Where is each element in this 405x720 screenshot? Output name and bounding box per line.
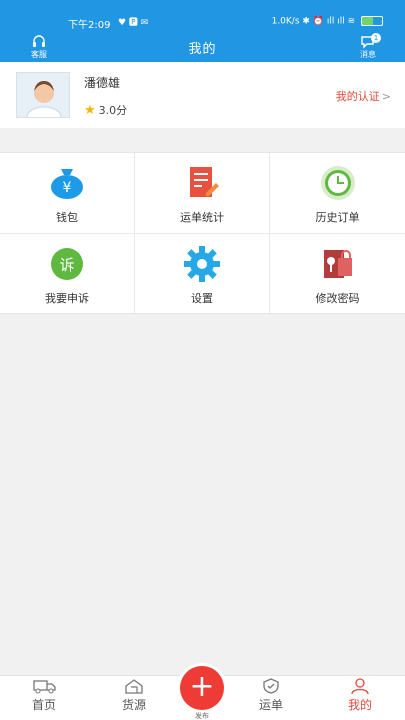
- person-icon: [351, 678, 369, 694]
- tab-cargo-source[interactable]: 货源: [104, 678, 164, 713]
- menu-settings-label: 设置: [191, 292, 213, 305]
- star-icon: ★: [84, 103, 96, 118]
- shield-check-icon: [263, 678, 279, 694]
- tab-home[interactable]: 首页: [14, 678, 74, 713]
- battery-icon: [361, 16, 383, 26]
- notification-icons: ♥ 🅿 ✉: [118, 18, 149, 28]
- wallet-icon: ¥: [51, 169, 83, 199]
- publish-label: 发布: [195, 712, 209, 720]
- menu-complaint-label: 我要申诉: [45, 292, 89, 305]
- status-time: 下午2:09: [68, 20, 111, 31]
- tab-home-label: 首页: [31, 698, 56, 712]
- menu-grid: ¥ 钱包 运单统计 历史订单 诉 我要申诉 设置 修改密码: [0, 152, 405, 315]
- report-icon: [190, 167, 219, 197]
- house-icon: [125, 679, 143, 694]
- svg-text:诉: 诉: [59, 256, 74, 274]
- status-indicators: 1.0K/s ✱ ⏰ ıll ıll ≋: [272, 16, 383, 27]
- certification-label: 我的认证: [335, 90, 380, 103]
- message-count-badge: 1: [371, 33, 381, 43]
- tab-cargo-source-label: 货源: [121, 698, 146, 712]
- title-bar: 客服 我的 1 消息: [0, 32, 405, 60]
- chevron-right-icon: >: [381, 90, 391, 103]
- status-bar: 下午2:09 ♥ 🅿 ✉ 1.0K/s ✱ ⏰ ıll ıll ≋: [0, 12, 405, 32]
- profile-card[interactable]: 潘德雄 ★ 3.0分 我的认证 >: [0, 62, 405, 128]
- tab-mine-label: 我的: [347, 698, 372, 712]
- truck-icon: [33, 680, 56, 694]
- menu-wallet-label: 钱包: [56, 211, 78, 224]
- user-rating: ★ 3.0分: [84, 102, 127, 118]
- menu-change-password-label: 修改密码: [315, 292, 360, 305]
- avatar: [16, 72, 70, 118]
- messages-button[interactable]: 1 消息: [353, 33, 383, 60]
- publish-button[interactable]: + 发布: [178, 666, 226, 720]
- menu-order-history[interactable]: 历史订单: [270, 153, 405, 234]
- lock-icon: [323, 250, 352, 278]
- bottom-tab-bar: 首页 货源 + 发布 运单 我的: [0, 666, 405, 720]
- messages-label: 消息: [360, 50, 376, 59]
- app-header: 下午2:09 ♥ 🅿 ✉ 1.0K/s ✱ ⏰ ıll ıll ≋ 客服 我的 …: [0, 0, 405, 62]
- tab-waybill[interactable]: 运单: [241, 678, 301, 713]
- menu-waybill-stats[interactable]: 运单统计: [135, 153, 270, 234]
- complaint-icon: 诉: [51, 248, 83, 280]
- menu-wallet[interactable]: ¥ 钱包: [0, 153, 135, 234]
- user-name: 潘德雄: [84, 76, 121, 90]
- tab-waybill-label: 运单: [258, 698, 283, 712]
- page-title: 我的: [188, 42, 217, 57]
- svg-text:¥: ¥: [63, 180, 72, 196]
- plus-icon: +: [180, 666, 224, 710]
- clock-icon: [320, 166, 355, 200]
- user-avatar-icon: [17, 73, 69, 117]
- network-indicators: 1.0K/s ✱ ⏰ ıll ıll ≋: [271, 16, 356, 27]
- menu-change-password[interactable]: 修改密码: [270, 234, 405, 315]
- menu-order-history-label: 历史订单: [315, 211, 360, 224]
- tab-mine[interactable]: 我的: [330, 678, 390, 713]
- menu-settings[interactable]: 设置: [135, 234, 270, 315]
- gear-icon: [184, 246, 220, 282]
- menu-complaint[interactable]: 诉 我要申诉: [0, 234, 135, 315]
- my-certification-link[interactable]: 我的认证 >: [336, 88, 391, 104]
- rating-value: 3.0分: [98, 104, 128, 117]
- menu-waybill-stats-label: 运单统计: [180, 211, 224, 224]
